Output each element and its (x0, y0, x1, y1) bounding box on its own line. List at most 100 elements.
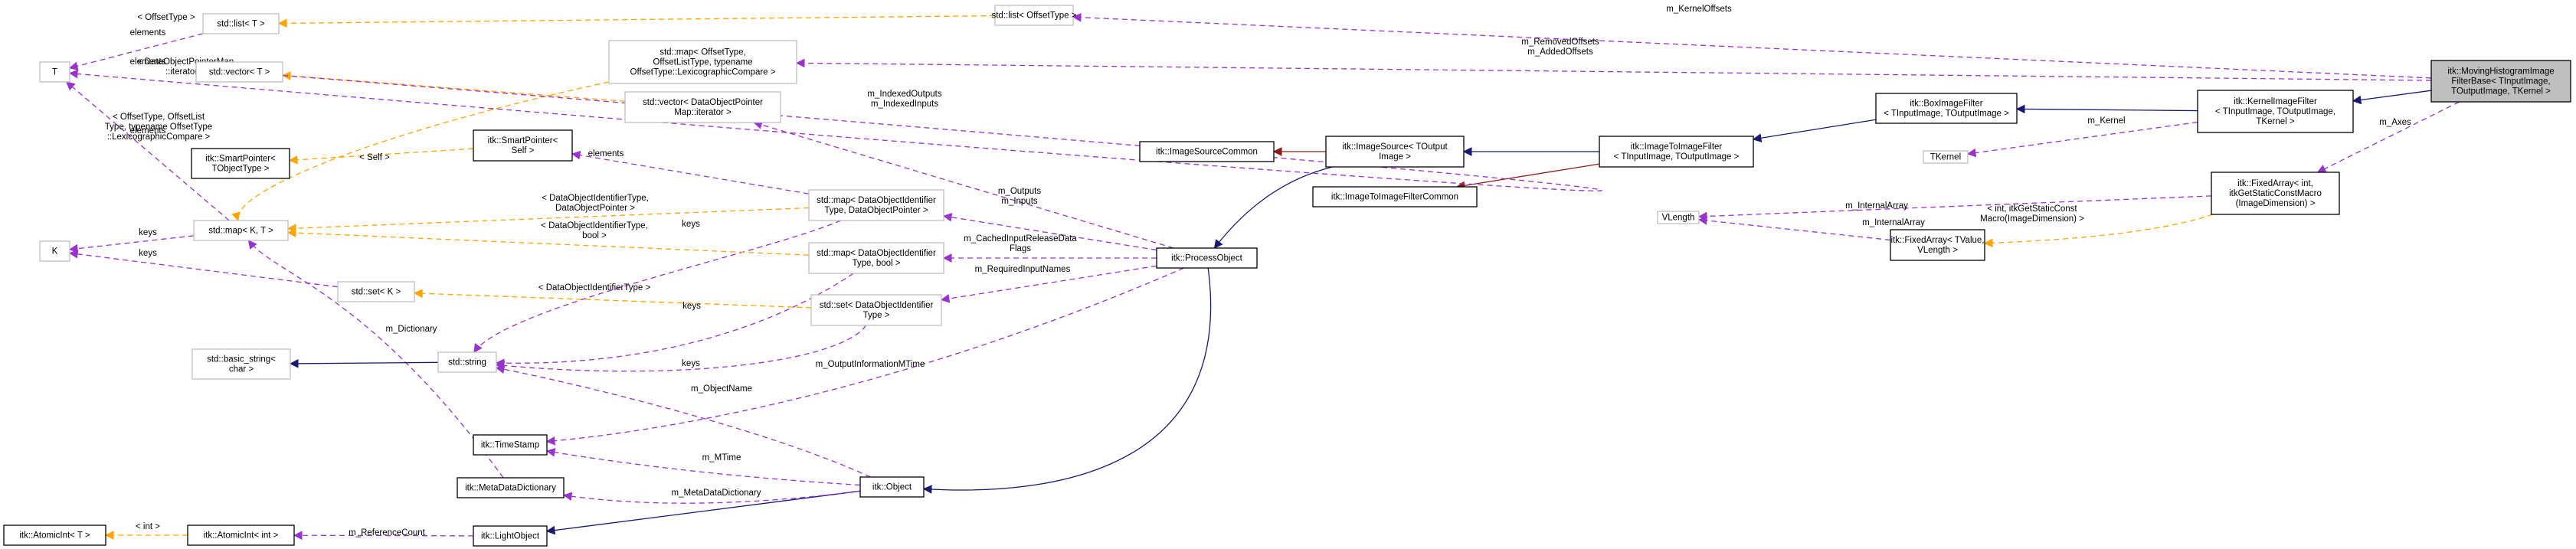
node-atomic-int-t[interactable]: itk::AtomicInt< T > (3, 524, 106, 546)
node-image-source-common[interactable]: itk::ImageSourceCommon (1139, 141, 1275, 162)
node-kernel-image-filter[interactable]: itk::KernelImageFilter< TInputImage, TOu… (2197, 90, 2354, 133)
node-label: char > (229, 365, 254, 374)
node-smart-pointer-tobject-type[interactable]: itk::SmartPointer<TObjectType > (191, 148, 290, 179)
node-box (624, 91, 781, 123)
node-label: TOutputImage, TKernel > (2451, 87, 2551, 96)
node-label: VLength (1662, 214, 1695, 223)
node-meta-data-dictionary[interactable]: itk::MetaDataDictionary (457, 477, 565, 498)
edge-label: bool > (582, 231, 607, 240)
edge-usage-MovingHistogramImageFilterBase-to-MapOffsetType (795, 58, 2432, 81)
node-object[interactable]: itk::Object (859, 476, 925, 498)
edge-label: m_RequiredInputNames (975, 265, 1071, 274)
edge-labels-layer: m_KernelOffsets m_RemovedOffsetsm_AddedOf… (105, 5, 2411, 538)
edge-label: elements (130, 28, 166, 38)
edge-inherit-KernelImageFilter-to-BoxImageFilter (2015, 104, 2198, 114)
edge-label: < DataObjectIdentifierType > (538, 283, 651, 292)
node-label: Type, DataObjectPointer > (824, 206, 928, 215)
node-box (191, 348, 291, 380)
edge-label: m_InternalArray (1845, 201, 1908, 211)
edge-inherit-ProcessObject-to-Object (922, 267, 1212, 494)
node-label: Self > (512, 146, 535, 155)
node-fixed-array-int-dim[interactable]: itk::FixedArray< int, itkGetStaticConstM… (2211, 172, 2340, 215)
edge-label: m_Inputs (1001, 197, 1038, 206)
node-box (808, 189, 944, 221)
edge-label: Flags (1010, 244, 1031, 253)
node-label: TKernel (1930, 153, 1961, 162)
node-label: std::list< OffsetType > (991, 11, 1076, 21)
node-fixed-array-tvalue[interactable]: itk::FixedArray< TValue,VLength > (1890, 229, 1985, 261)
edge-label: keys (682, 220, 700, 229)
edge-label: m_OutputInformationMTime (816, 360, 925, 369)
edge-usage-KernelImageFilter-to-TKernel (1966, 121, 2198, 158)
node-label: std::set< DataObjectIdentifier (820, 301, 934, 310)
edge-label: m_InternalArray (1862, 218, 1925, 227)
edge-usage-MapDOIdDOPtr-to-StdString (473, 220, 841, 353)
node-label: itk::SmartPointer< (488, 136, 558, 145)
node-box (191, 148, 290, 179)
node-map-offset-type: std::map< OffsetType, OffsetListType, ty… (608, 40, 797, 84)
node-label: std::map< OffsetType, (660, 48, 746, 57)
edge-usage-ProcessObject-to-TimeStamp (545, 267, 1184, 446)
node-label: std::map< K, T > (208, 227, 273, 236)
edge-label: m_IndexedInputs (871, 100, 938, 109)
node-label: std::map< DataObjectIdentifier (817, 196, 936, 205)
node-box (473, 129, 573, 162)
node-time-stamp[interactable]: itk::TimeStamp (473, 434, 548, 456)
node-label: std::vector< T > (209, 68, 270, 77)
node-image-source[interactable]: itk::ImageSource< TOutputImage > (1325, 136, 1465, 168)
node-label: itk::MetaDataDictionary (465, 484, 556, 493)
edge-label: < int > (136, 522, 160, 531)
node-label: itk::ImageSource< TOutput (1342, 142, 1448, 152)
node-process-object[interactable]: itk::ProcessObject (1156, 247, 1258, 269)
node-label: TKernel > (2256, 117, 2294, 126)
edge-template-VectorDOPMapIter-to-StdVectorT (281, 71, 626, 102)
node-label: itk::LightObject (481, 532, 540, 541)
node-vector-dopmap-iter: std::vector< DataObjectPointerMap::itera… (624, 91, 781, 123)
edge-label: < DataObjectIdentifierType, (542, 194, 649, 203)
node-label: < TInputImage, TOutputImage > (1884, 109, 2009, 119)
node-basic-string: std::basic_string<char > (191, 348, 291, 380)
node-label: itk::ImageToImageFilterCommon (1331, 193, 1458, 202)
node-label: std::list< T > (217, 20, 265, 29)
node-label: itk::AtomicInt< int > (204, 531, 279, 541)
node-label: itk::ImageToImageFilter (1631, 142, 1723, 152)
edge-label: < Self > (359, 153, 390, 162)
edge-label: keys (139, 228, 157, 237)
edge-template-SetDOId-to-StdSetK (413, 289, 812, 309)
edge-inherit-prot-ImageToImageFilter-to-ImageToImageFilterCommon (1455, 163, 1600, 191)
edge-label: m_Kernel (2087, 116, 2125, 126)
edge-inherit-BoxImageFilter-to-ImageToImageFilter (1752, 119, 1877, 143)
node-label: std::set< K > (352, 288, 401, 297)
node-box (1890, 229, 1985, 261)
edge-label: m_MTime (702, 453, 741, 462)
node-atomic-int-int[interactable]: itk::AtomicInt< int > (187, 524, 295, 546)
node-std-list-t: std::list< T > (202, 13, 280, 34)
node-label: itk::TimeStamp (481, 441, 539, 450)
node-list-offset-type: std::list< OffsetType > (991, 5, 1077, 26)
edge-usage-FixedArrayIntDim-to-VLength (1697, 195, 2212, 221)
node-std-vector-t: std::vector< T > (195, 61, 283, 83)
node-label: itk::Object (872, 483, 912, 492)
node-map-doid-bool: std::map< DataObjectIdentifierType, bool… (808, 242, 944, 274)
node-label: std::vector< DataObjectPointer (643, 98, 763, 107)
edge-label: < int, itkGetStaticConst (1987, 204, 2077, 214)
edge-label: m_MetaDataDictionary (672, 489, 761, 498)
node-image-to-image-filter[interactable]: itk::ImageToImageFilter< TInputImage, TO… (1599, 136, 1754, 168)
node-image-to-image-filter-common[interactable]: itk::ImageToImageFilterCommon (1312, 186, 1478, 208)
node-light-object[interactable]: itk::LightObject (473, 525, 548, 547)
node-box (808, 242, 944, 274)
edge-label: keys (682, 302, 701, 311)
node-label: FilterBase< TInputImage, (2451, 77, 2550, 87)
node-label: itk::ProcessObject (1171, 254, 1242, 263)
node-box-image-filter[interactable]: itk::BoxImageFilter< TInputImage, TOutpu… (1875, 93, 2018, 124)
edge-label: m_Axes (2379, 118, 2411, 127)
edge-label: m_IndexedOutputs (867, 90, 941, 99)
edge-inherit-StdString-to-BasicString (289, 359, 439, 368)
node-smart-pointer-self[interactable]: itk::SmartPointer<Self > (473, 129, 573, 162)
node-k: K (39, 240, 70, 262)
node-vlength: VLength (1657, 211, 1700, 224)
edge-usage-MovingHistogramImageFilterBase-to-ListOffsetType (1072, 12, 2432, 79)
node-moving-histogram-image-filter-base: itk::MovingHistogramImageFilterBase< TIn… (2430, 60, 2571, 103)
node-std-set-k: std::set< K > (337, 281, 415, 302)
collaboration-diagram: m_KernelOffsets m_RemovedOffsetsm_AddedOf… (3, 5, 2571, 547)
